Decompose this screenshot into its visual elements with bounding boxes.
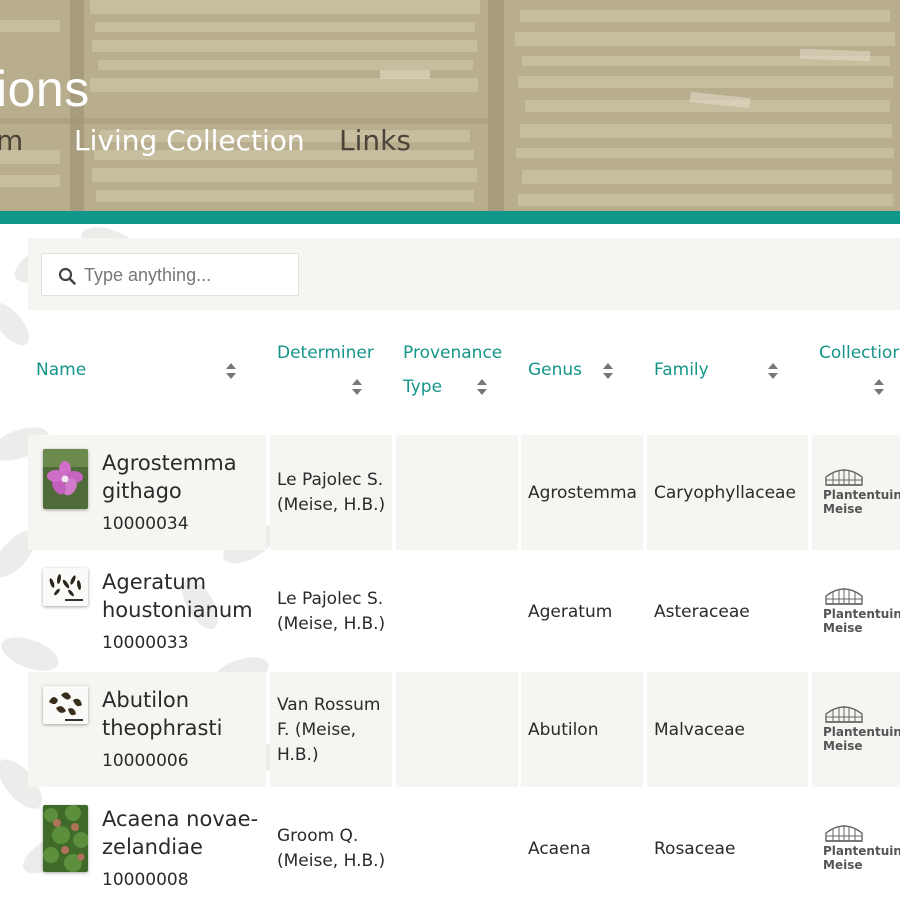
seeds-photo-icon[interactable] xyxy=(43,568,88,606)
column-header-family[interactable]: Family xyxy=(654,353,709,387)
genus: Agrostemma xyxy=(528,483,637,503)
genus: Ageratum xyxy=(528,602,613,622)
cell-background xyxy=(396,435,518,550)
greenhouse-icon xyxy=(825,825,863,842)
determiner-line1: Groom Q. xyxy=(277,826,359,846)
cell-background xyxy=(396,672,518,787)
page-title: ions xyxy=(0,61,90,117)
plant-name-line1[interactable]: Abutilon xyxy=(102,686,189,714)
plantentuin-meise-logo: Plantentuin Meise xyxy=(823,702,900,753)
greenhouse-icon xyxy=(825,706,863,723)
determiner-line2: (Meise, H.B.) xyxy=(277,495,386,515)
logo-text-line1: Plantentuin xyxy=(823,725,900,739)
logo-text-line1: Plantentuin xyxy=(823,844,900,858)
nav-item-living-collection[interactable]: Living Collection xyxy=(74,124,305,157)
plant-name-line2[interactable]: githago xyxy=(102,477,182,505)
column-header-genus[interactable]: Genus xyxy=(528,353,582,387)
column-header-collection[interactable]: Collectior xyxy=(819,336,899,370)
determiner-line2: F. (Meise, xyxy=(277,720,357,740)
search-box[interactable] xyxy=(41,253,299,296)
determiner-line2: (Meise, H.B.) xyxy=(277,614,386,634)
plant-name-line2[interactable]: theophrasti xyxy=(102,714,222,742)
sort-icon[interactable] xyxy=(873,378,885,396)
determiner-line1: Van Rossum xyxy=(277,695,381,715)
family: Caryophyllaceae xyxy=(654,483,796,503)
column-header-name[interactable]: Name xyxy=(36,353,86,387)
sort-icon[interactable] xyxy=(225,362,237,380)
catalog-number: 10000033 xyxy=(102,633,189,653)
nav-item-partial[interactable]: m xyxy=(0,124,23,157)
family: Asteraceae xyxy=(654,602,750,622)
header-background-image xyxy=(0,0,900,211)
plant-name-line2[interactable]: houstonianum xyxy=(102,596,253,624)
genus: Abutilon xyxy=(528,720,599,740)
determiner-line1: Le Pajolec S. xyxy=(277,589,384,609)
header-banner: ions m Living Collection Links xyxy=(0,0,900,211)
column-header-provenance-type-line1[interactable]: Provenance xyxy=(403,336,502,370)
green-plant-photo-icon[interactable] xyxy=(43,805,88,872)
search-input[interactable] xyxy=(84,260,289,290)
sort-icon[interactable] xyxy=(602,362,614,380)
logo-text-line2: Meise xyxy=(823,621,863,635)
greenhouse-icon xyxy=(825,588,863,605)
logo-text-line1: Plantentuin xyxy=(823,607,900,621)
plant-name-line1[interactable]: Acaena novae- xyxy=(102,805,258,833)
column-header-provenance-type-line2[interactable]: Type xyxy=(403,370,442,404)
sort-icon[interactable] xyxy=(476,378,488,396)
genus: Acaena xyxy=(528,839,591,859)
column-header-determiner[interactable]: Determiner xyxy=(277,336,374,370)
search-icon xyxy=(58,267,76,285)
catalog-number: 10000006 xyxy=(102,751,189,771)
nav-item-links[interactable]: Links xyxy=(339,124,411,157)
pink-flower-photo-icon[interactable] xyxy=(43,449,88,509)
logo-text-line2: Meise xyxy=(823,502,863,516)
sort-icon[interactable] xyxy=(767,362,779,380)
plant-name-line1[interactable]: Ageratum xyxy=(102,568,206,596)
plant-name-line2[interactable]: zelandiae xyxy=(102,833,203,861)
accent-divider xyxy=(0,211,900,224)
sort-icon[interactable] xyxy=(351,378,363,396)
greenhouse-icon xyxy=(825,469,863,486)
family: Rosaceae xyxy=(654,839,736,859)
logo-text-line2: Meise xyxy=(823,858,863,872)
catalog-number: 10000034 xyxy=(102,514,189,534)
family: Malvaceae xyxy=(654,720,745,740)
plant-name-line1[interactable]: Agrostemma xyxy=(102,449,237,477)
leaf-background-decoration xyxy=(0,227,286,874)
catalog-number: 10000008 xyxy=(102,870,189,890)
logo-text-line2: Meise xyxy=(823,739,863,753)
seeds-photo-icon[interactable] xyxy=(43,686,88,724)
plantentuin-meise-logo: Plantentuin Meise xyxy=(823,821,900,872)
determiner-line3: H.B.) xyxy=(277,745,319,765)
determiner-line1: Le Pajolec S. xyxy=(277,470,384,490)
determiner-line2: (Meise, H.B.) xyxy=(277,851,386,871)
plantentuin-meise-logo: Plantentuin Meise xyxy=(823,584,900,635)
logo-text-line1: Plantentuin xyxy=(823,488,900,502)
plantentuin-meise-logo: Plantentuin Meise xyxy=(823,465,900,516)
